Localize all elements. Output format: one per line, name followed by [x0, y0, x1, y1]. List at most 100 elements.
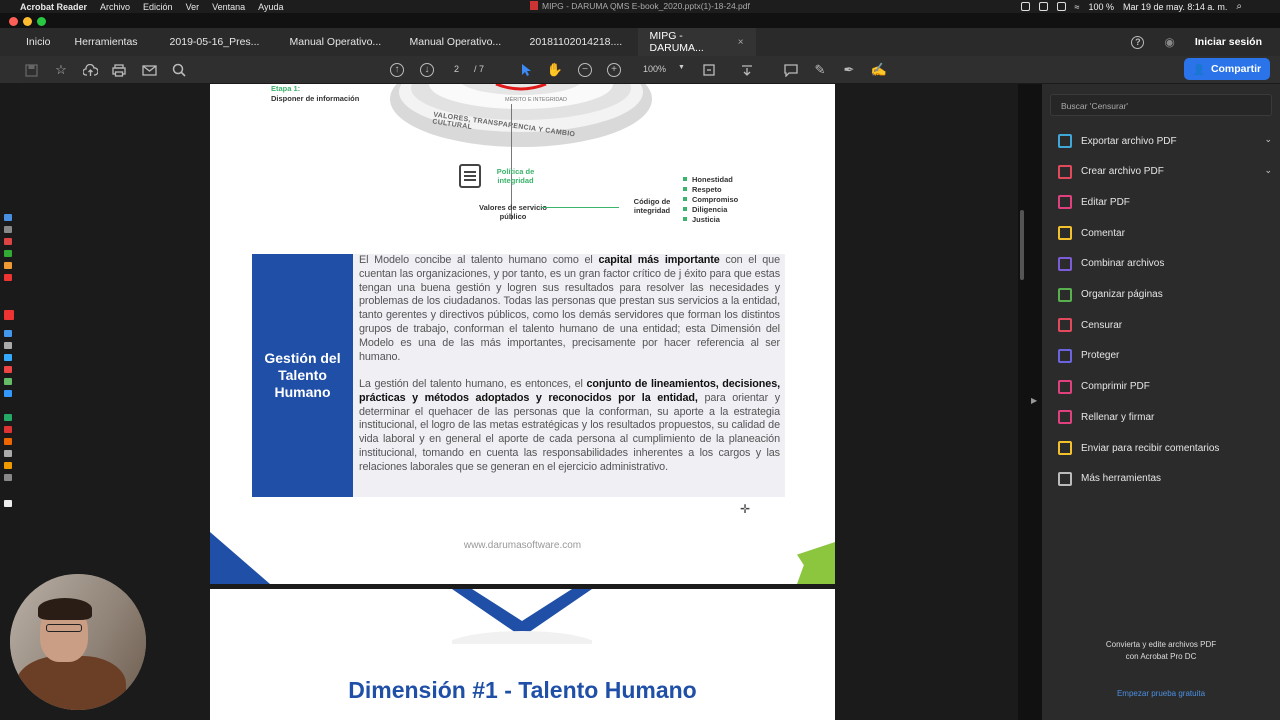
- zoom-in-icon[interactable]: +: [605, 61, 623, 79]
- dock-app-icon[interactable]: [4, 342, 12, 349]
- datetime[interactable]: Mar 19 de may. 8:14 a. m.: [1123, 2, 1227, 12]
- menu-app-name[interactable]: Acrobat Reader: [20, 2, 87, 12]
- dock-app-icon[interactable]: [4, 274, 12, 281]
- vertical-scrollbar[interactable]: [1020, 210, 1024, 280]
- etapa-title: Etapa 1:: [271, 84, 301, 93]
- share-button[interactable]: 👤 Compartir: [1184, 58, 1270, 80]
- battery-level[interactable]: 100 %: [1088, 2, 1114, 12]
- dock-app-icon[interactable]: [4, 426, 12, 433]
- dock-app-icon[interactable]: [4, 450, 12, 457]
- highlight-pen-icon[interactable]: ✎: [811, 61, 829, 79]
- tool-item[interactable]: Más herramientas: [1058, 469, 1272, 489]
- window-title-text: MIPG - DARUMA QMS E-book_2020.pptx(1)-18…: [542, 1, 750, 11]
- zoom-level[interactable]: 100%: [643, 64, 666, 74]
- upload-cloud-icon[interactable]: [81, 61, 99, 79]
- status-app-icon[interactable]: [1020, 2, 1030, 11]
- tab-doc-active[interactable]: MIPG - DARUMA... ×: [637, 28, 756, 56]
- protect-icon: [1058, 348, 1072, 363]
- tab-doc-3[interactable]: Manual Operativo...: [398, 28, 518, 56]
- dock-app-icon[interactable]: [4, 438, 12, 445]
- sign-in-button[interactable]: Iniciar sesión: [1195, 36, 1262, 48]
- paragraph-1-text: El Modelo concibe al talento humano como…: [359, 254, 599, 266]
- tool-item[interactable]: Proteger: [1058, 346, 1272, 366]
- bookmark-star-icon[interactable]: ☆: [52, 61, 70, 79]
- zoom-dropdown-chevron-icon[interactable]: ▼: [678, 64, 685, 71]
- menu-ayuda[interactable]: Ayuda: [258, 2, 283, 12]
- comment-icon[interactable]: [782, 61, 800, 79]
- tab-inicio[interactable]: Inicio: [14, 28, 63, 56]
- email-icon[interactable]: [140, 61, 158, 79]
- dock-app-icon[interactable]: [4, 390, 12, 397]
- menu-ver[interactable]: Ver: [186, 2, 200, 12]
- scroll-mode-icon[interactable]: [738, 61, 756, 79]
- dock-app-icon[interactable]: [4, 354, 12, 361]
- person-hair: [38, 598, 92, 620]
- print-icon[interactable]: [110, 61, 128, 79]
- expand-chevron-icon[interactable]: ⌄: [1264, 165, 1272, 176]
- help-icon[interactable]: ?: [1131, 35, 1145, 49]
- menu-archivo[interactable]: Archivo: [100, 2, 130, 12]
- tools-search-input[interactable]: Buscar 'Censurar': [1050, 94, 1272, 116]
- tab-doc-1[interactable]: 2019-05-16_Pres...: [158, 28, 278, 56]
- next-page-icon[interactable]: ↓: [418, 61, 436, 79]
- fill-sign-icon[interactable]: ✍: [870, 61, 888, 79]
- tool-item[interactable]: Censurar: [1058, 315, 1272, 335]
- bluetooth-icon[interactable]: [1056, 2, 1066, 11]
- free-trial-link[interactable]: Empezar prueba gratuita: [1042, 689, 1280, 698]
- previous-page-icon[interactable]: ↑: [388, 61, 406, 79]
- tool-item[interactable]: Organizar páginas: [1058, 285, 1272, 305]
- fit-page-icon[interactable]: [700, 61, 718, 79]
- tab-doc-2[interactable]: Manual Operativo...: [278, 28, 398, 56]
- codigo-label: Código de integridad: [633, 197, 671, 215]
- tool-item[interactable]: Comprimir PDF: [1058, 377, 1272, 397]
- spotlight-search-icon[interactable]: ⌕: [1236, 1, 1242, 12]
- tab-herramientas[interactable]: Herramientas: [63, 28, 150, 56]
- value-item: Justicia: [683, 215, 738, 225]
- dock-app-icon[interactable]: [4, 238, 12, 245]
- dock-app-icon[interactable]: [4, 262, 12, 269]
- dock-acrobat-icon[interactable]: [4, 310, 14, 320]
- select-cursor-icon[interactable]: [517, 61, 535, 79]
- status-app-icon-2[interactable]: [1038, 2, 1048, 11]
- tool-item[interactable]: Exportar archivo PDF ⌄: [1058, 131, 1272, 151]
- comment-icon: [1058, 226, 1072, 241]
- notification-bell-icon[interactable]: ◉: [1164, 35, 1174, 49]
- collapse-panel-chevron-icon[interactable]: ▶: [1031, 396, 1037, 405]
- tool-item[interactable]: Enviar para recibir comentarios: [1058, 438, 1272, 458]
- expand-chevron-icon[interactable]: ⌄: [1264, 134, 1272, 145]
- dock-app-icon[interactable]: [4, 226, 12, 233]
- dock-app-icon[interactable]: [4, 330, 12, 337]
- dock-app-icon[interactable]: [4, 474, 12, 481]
- minimize-window-button[interactable]: [23, 17, 32, 26]
- close-tab-icon[interactable]: ×: [738, 37, 744, 48]
- page-number-input[interactable]: 2: [454, 64, 459, 74]
- sign-pen-icon[interactable]: ✒: [840, 61, 858, 79]
- dock-app-icon[interactable]: [4, 414, 12, 421]
- search-icon[interactable]: [170, 61, 188, 79]
- connector-line-h: [541, 207, 619, 208]
- dock-app-icon[interactable]: [4, 500, 12, 507]
- tab-doc-4[interactable]: 20181102014218....: [518, 28, 638, 56]
- dock-app-icon[interactable]: [4, 250, 12, 257]
- dock-app-icon[interactable]: [4, 214, 12, 221]
- menu-ventana[interactable]: Ventana: [212, 2, 245, 12]
- close-window-button[interactable]: [9, 17, 18, 26]
- hand-tool-icon[interactable]: ✋: [546, 61, 564, 79]
- wifi-icon[interactable]: ≈: [1075, 2, 1080, 12]
- dock-app-icon[interactable]: [4, 462, 12, 469]
- zoom-window-button[interactable]: [37, 17, 46, 26]
- tool-item[interactable]: Crear archivo PDF ⌄: [1058, 162, 1272, 182]
- menu-edicion[interactable]: Edición: [143, 2, 173, 12]
- save-icon[interactable]: [22, 61, 40, 79]
- dock-app-icon[interactable]: [4, 366, 12, 373]
- tool-item[interactable]: Combinar archivos: [1058, 254, 1272, 274]
- tool-label: Comprimir PDF: [1081, 381, 1150, 393]
- paragraph-2-text: La gestión del talento humano, es entonc…: [359, 378, 587, 390]
- tool-item[interactable]: Editar PDF: [1058, 192, 1272, 212]
- tool-item[interactable]: Rellenar y firmar: [1058, 407, 1272, 427]
- tool-label: Exportar archivo PDF: [1081, 135, 1177, 147]
- edit-pdf-icon: [1058, 195, 1072, 210]
- dock-app-icon[interactable]: [4, 378, 12, 385]
- tool-item[interactable]: Comentar: [1058, 223, 1272, 243]
- zoom-out-icon[interactable]: −: [576, 61, 594, 79]
